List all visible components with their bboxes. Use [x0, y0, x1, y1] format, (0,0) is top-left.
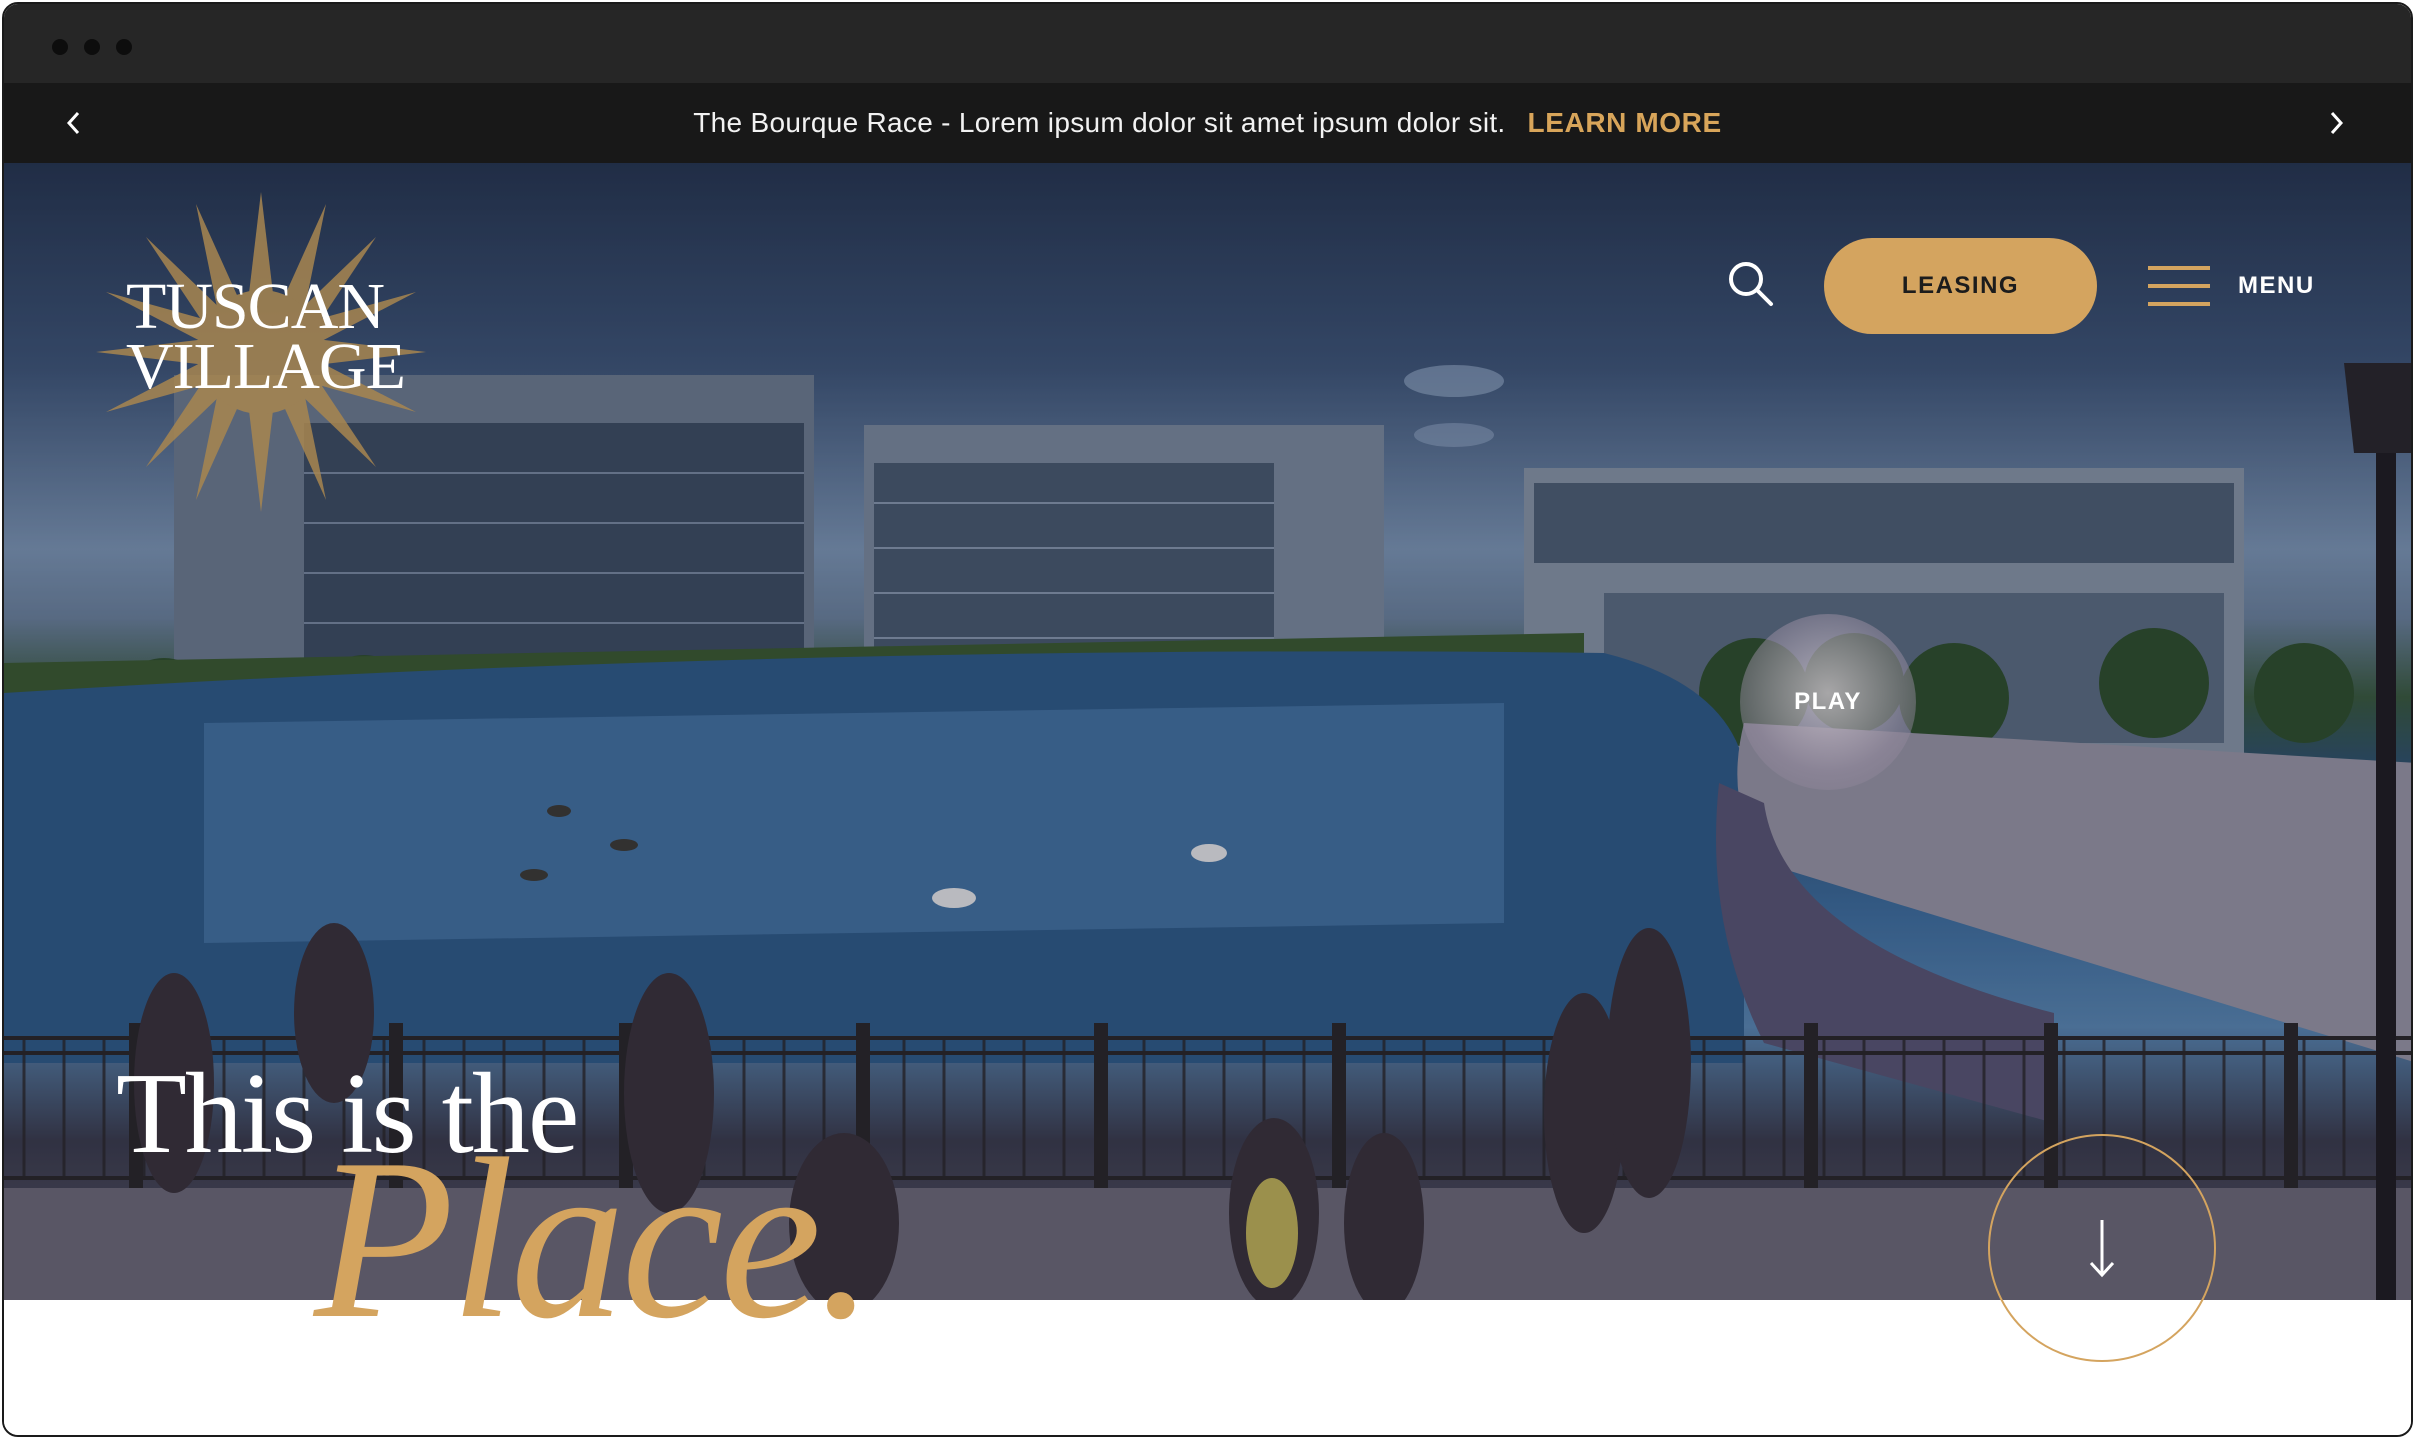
- hero-script-word: Place.: [314, 1111, 875, 1366]
- logo-line-2: VILLAGE: [126, 330, 406, 403]
- search-icon: [1729, 262, 1773, 306]
- learn-more-link[interactable]: LEARN MORE: [1528, 107, 1722, 139]
- play-video-button[interactable]: PLAY: [1740, 614, 1916, 790]
- hamburger-icon: [2148, 266, 2210, 306]
- logo-wordmark: TUSCAN VILLAGE: [126, 270, 426, 403]
- menu-button[interactable]: MENU: [2148, 262, 2315, 310]
- announcement-text: The Bourque Race - Lorem ipsum dolor sit…: [693, 107, 1506, 138]
- site-logo[interactable]: TUSCAN VILLAGE: [96, 192, 426, 512]
- announcement-next-button[interactable]: [2316, 103, 2356, 143]
- chevron-right-icon: [2330, 111, 2344, 135]
- leasing-button[interactable]: LEASING: [1824, 238, 2097, 334]
- logo-line-1: TUSCAN: [126, 270, 385, 343]
- announcement-content: The Bourque Race - Lorem ipsum dolor sit…: [4, 83, 2411, 163]
- window-maximize-dot[interactable]: [116, 39, 132, 55]
- announcement-bar: The Bourque Race - Lorem ipsum dolor sit…: [4, 83, 2411, 163]
- scroll-down-button[interactable]: [1988, 1134, 2216, 1362]
- window-minimize-dot[interactable]: [84, 39, 100, 55]
- arrow-down-icon: [2089, 1220, 2115, 1278]
- menu-label: MENU: [2238, 272, 2315, 299]
- window-titlebar: [4, 4, 2411, 83]
- browser-window: The Bourque Race - Lorem ipsum dolor sit…: [2, 2, 2413, 1437]
- window-close-dot[interactable]: [52, 39, 68, 55]
- search-button[interactable]: [1726, 259, 1776, 309]
